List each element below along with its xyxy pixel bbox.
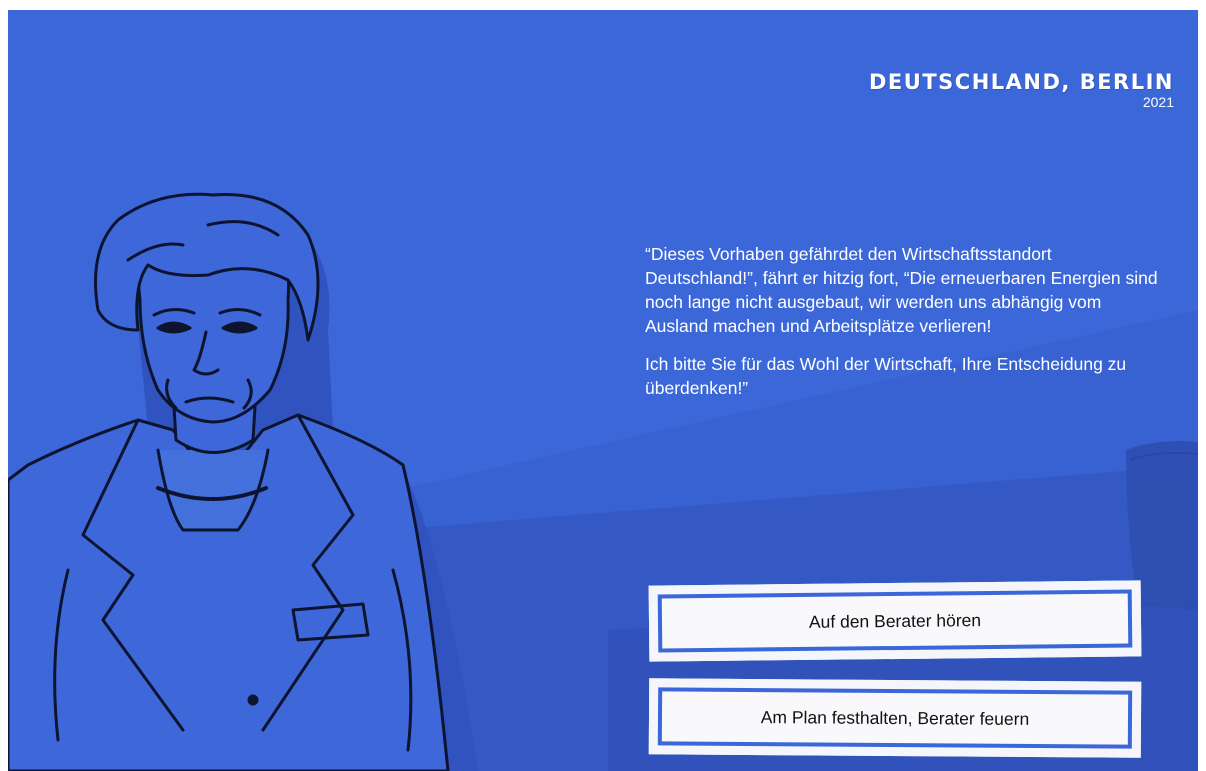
location-header: DEUTSCHLAND, BERLIN 2021	[869, 70, 1174, 110]
choice-label: Auf den Berater hören	[808, 609, 982, 632]
choice-frame: Am Plan festhalten, Berater feuern	[657, 687, 1133, 749]
choice-label: Am Plan festhalten, Berater feuern	[760, 706, 1030, 729]
game-scene: DEUTSCHLAND, BERLIN 2021 “Dieses Vorhabe…	[8, 10, 1198, 771]
location-year: 2021	[1142, 94, 1174, 110]
dialogue-paragraph: “Dieses Vorhaben gefährdet den Wirtschaf…	[645, 244, 1158, 336]
choice-frame: Auf den Berater hören	[657, 589, 1133, 653]
dialogue-paragraph: Ich bitte Sie für das Wohl der Wirtschaf…	[645, 354, 1127, 398]
dialogue-text: “Dieses Vorhaben gefährdet den Wirtschaf…	[645, 242, 1165, 414]
choice-listen-advisor-button[interactable]: Auf den Berater hören	[648, 580, 1142, 662]
choice-fire-advisor-button[interactable]: Am Plan festhalten, Berater feuern	[648, 678, 1142, 758]
location-title: DEUTSCHLAND, BERLIN	[869, 70, 1174, 94]
